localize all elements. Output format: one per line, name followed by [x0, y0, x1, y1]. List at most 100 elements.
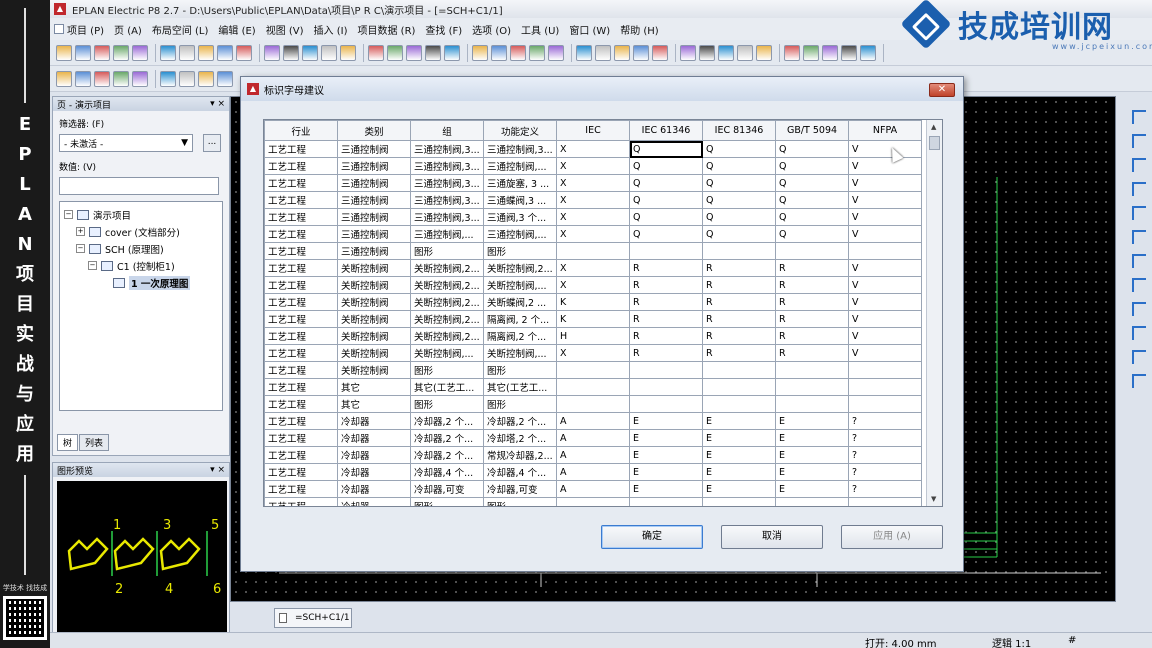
table-cell[interactable]: [702, 395, 776, 413]
standard-tool-icon[interactable]: [264, 44, 280, 61]
secondary-tool-icon[interactable]: [160, 70, 176, 87]
standard-tool-icon[interactable]: [321, 44, 337, 61]
table-cell[interactable]: Q: [775, 191, 849, 209]
table-cell[interactable]: R: [629, 327, 703, 345]
table-cell[interactable]: X: [556, 174, 630, 192]
table-cell[interactable]: 冷却器: [337, 497, 411, 506]
scroll-down-icon[interactable]: ▼: [931, 495, 936, 503]
table-cell[interactable]: Q: [702, 191, 776, 209]
table-cell[interactable]: 冷却器,可变: [483, 480, 557, 498]
table-cell[interactable]: 工艺工程: [264, 446, 338, 464]
table-cell[interactable]: 关断蝶阀,2 ...: [483, 293, 557, 311]
table-row[interactable]: 工艺工程 其它 图形 图形: [264, 395, 922, 413]
table-cell[interactable]: 三通控制阀: [337, 208, 411, 226]
table-cell[interactable]: 三通控制阀: [337, 242, 411, 260]
table-cell[interactable]: Q: [702, 157, 776, 175]
menu-item-3[interactable]: 编辑 (E): [218, 22, 255, 37]
table-cell[interactable]: Q: [702, 208, 776, 226]
table-cell[interactable]: 三通控制阀: [337, 140, 411, 158]
table-cell[interactable]: R: [629, 310, 703, 328]
menu-item-9[interactable]: 工具 (U): [521, 22, 559, 37]
table-row[interactable]: 工艺工程 关断控制阀 关断控制阀,2... 隔离阀,2 个... H R R R V: [264, 327, 922, 345]
standard-tool-icon[interactable]: [614, 44, 630, 61]
standard-tool-icon[interactable]: [56, 44, 72, 61]
table-cell[interactable]: [775, 395, 849, 413]
table-cell[interactable]: 工艺工程: [264, 463, 338, 481]
table-cell[interactable]: X: [556, 140, 630, 158]
table-cell[interactable]: Q: [629, 191, 703, 209]
table-cell[interactable]: 关断控制阀,2...: [410, 276, 484, 294]
table-cell[interactable]: E: [629, 446, 703, 464]
table-cell[interactable]: X: [556, 225, 630, 243]
scroll-up-icon[interactable]: ▲: [931, 123, 936, 131]
table-cell[interactable]: [775, 361, 849, 379]
table-cell[interactable]: 工艺工程: [264, 497, 338, 506]
table-cell[interactable]: E: [775, 446, 849, 464]
menu-item-5[interactable]: 插入 (I): [314, 22, 348, 37]
table-row[interactable]: 工艺工程 关断控制阀 图形 图形: [264, 361, 922, 379]
table-cell[interactable]: 三通控制阀,...: [483, 225, 557, 243]
table-cell[interactable]: 工艺工程: [264, 276, 338, 294]
table-cell[interactable]: 三通控制阀,3...: [410, 208, 484, 226]
table-cell[interactable]: 图形: [410, 242, 484, 260]
table-row[interactable]: 工艺工程 冷却器 冷却器,4 个... 冷却器,4 个... A E E E?: [264, 463, 922, 481]
panel-tab-0[interactable]: 树: [57, 434, 79, 451]
standard-tool-icon[interactable]: [756, 44, 772, 61]
tree-expander-icon[interactable]: +: [76, 227, 85, 236]
table-cell[interactable]: [848, 378, 922, 396]
tree-node[interactable]: − SCH (原理图): [64, 240, 218, 257]
table-row[interactable]: 工艺工程 三通控制阀 三通控制阀,3... 三通旋塞, 3 ... X Q Q Q V: [264, 174, 922, 192]
dialog-close-button[interactable]: ✕: [929, 83, 955, 97]
table-cell[interactable]: [848, 361, 922, 379]
table-cell[interactable]: X: [556, 157, 630, 175]
table-cell[interactable]: 三通控制阀: [337, 157, 411, 175]
table-cell[interactable]: 三通控制阀,3...: [410, 174, 484, 192]
column-header[interactable]: 类别: [337, 120, 411, 141]
tree-node[interactable]: + cover (文档部分): [64, 223, 218, 240]
table-cell[interactable]: R: [629, 293, 703, 311]
table-cell[interactable]: Q: [629, 174, 703, 192]
table-cell[interactable]: A: [556, 446, 630, 464]
table-cell[interactable]: [775, 497, 849, 506]
table-cell[interactable]: 关断控制阀: [337, 327, 411, 345]
table-cell[interactable]: 关断控制阀,2...: [410, 293, 484, 311]
table-row[interactable]: 工艺工程 关断控制阀 关断控制阀,2... 关断控制阀,2... X R R R V: [264, 259, 922, 277]
table-cell[interactable]: H: [556, 327, 630, 345]
secondary-tool-icon[interactable]: [217, 70, 233, 87]
table-cell[interactable]: 冷却塔,2 个...: [483, 429, 557, 447]
table-cell[interactable]: 其它(工艺工...: [483, 378, 557, 396]
column-header[interactable]: GB/T 5094: [775, 120, 849, 141]
table-row[interactable]: 工艺工程 三通控制阀 图形 图形: [264, 242, 922, 260]
table-cell[interactable]: 三通阀,3 个...: [483, 208, 557, 226]
table-cell[interactable]: E: [629, 463, 703, 481]
table-cell[interactable]: R: [702, 310, 776, 328]
table-cell[interactable]: [556, 395, 630, 413]
standard-tool-icon[interactable]: [198, 44, 214, 61]
table-cell[interactable]: 冷却器,4 个...: [410, 463, 484, 481]
table-cell[interactable]: ?: [848, 446, 922, 464]
standard-tool-icon[interactable]: [179, 44, 195, 61]
table-cell[interactable]: Q: [629, 140, 703, 158]
tree-node[interactable]: − C1 (控制柜1): [64, 257, 218, 274]
table-cell[interactable]: V: [848, 310, 922, 328]
table-cell[interactable]: 关断控制阀,...: [483, 344, 557, 362]
table-cell[interactable]: 工艺工程: [264, 225, 338, 243]
scroll-thumb[interactable]: [929, 136, 940, 150]
standard-tool-icon[interactable]: [283, 44, 299, 61]
table-cell[interactable]: Q: [775, 208, 849, 226]
table-cell[interactable]: K: [556, 310, 630, 328]
table-cell[interactable]: V: [848, 225, 922, 243]
table-cell[interactable]: 工艺工程: [264, 191, 338, 209]
standard-tool-icon[interactable]: [803, 44, 819, 61]
panel-close-icon[interactable]: ▾ ×: [210, 99, 225, 109]
table-cell[interactable]: V: [848, 327, 922, 345]
table-cell[interactable]: V: [848, 157, 922, 175]
table-cell[interactable]: R: [629, 344, 703, 362]
standard-tool-icon[interactable]: [699, 44, 715, 61]
table-cell[interactable]: [556, 361, 630, 379]
table-cell[interactable]: 工艺工程: [264, 429, 338, 447]
table-cell[interactable]: 工艺工程: [264, 378, 338, 396]
connection-symbol-icon[interactable]: [1132, 206, 1146, 220]
standard-tool-icon[interactable]: [784, 44, 800, 61]
table-cell[interactable]: V: [848, 276, 922, 294]
